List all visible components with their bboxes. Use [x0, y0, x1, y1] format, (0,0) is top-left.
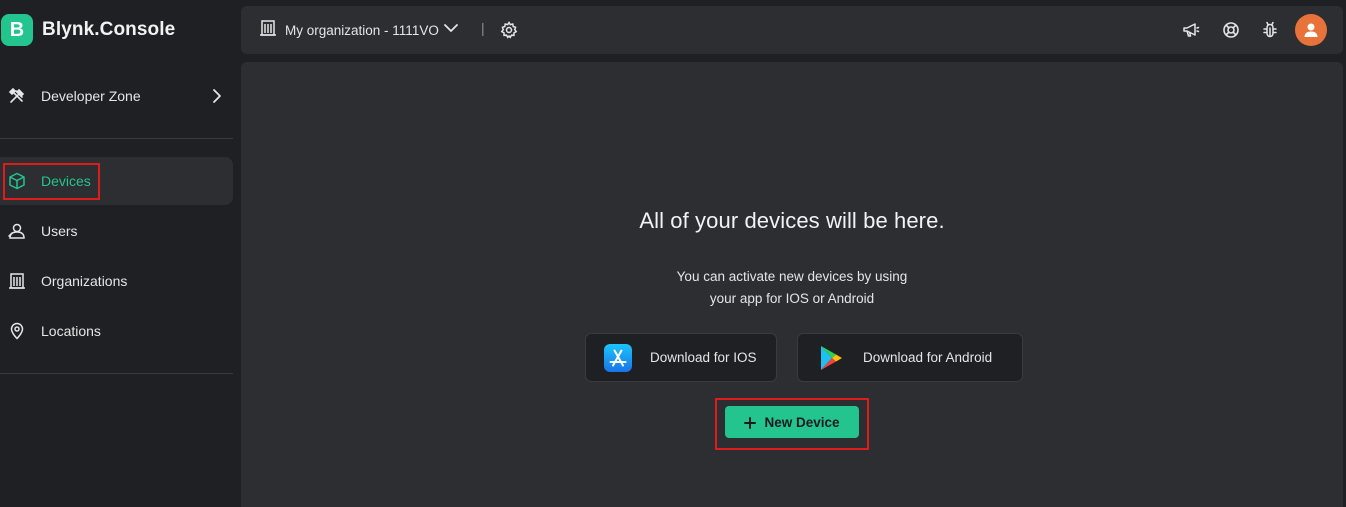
google-play-icon	[816, 344, 844, 372]
cube-icon	[8, 172, 26, 190]
download-ios-label: Download for IOS	[650, 350, 757, 365]
building-icon	[259, 19, 277, 42]
app: B Blynk.Console Developer Zone Devices U…	[0, 0, 1346, 507]
sidebar-item-organizations[interactable]: Organizations	[0, 257, 233, 305]
plus-icon	[744, 416, 757, 429]
help-icon[interactable]	[1222, 21, 1240, 39]
sidebar-item-users[interactable]: Users	[0, 207, 233, 255]
download-android-button[interactable]: Download for Android	[797, 333, 1023, 382]
app-store-icon	[604, 344, 632, 372]
gear-icon[interactable]	[500, 21, 518, 39]
sidebar-item-developer-zone[interactable]: Developer Zone	[0, 72, 233, 120]
sidebar-item-label: Organizations	[41, 273, 128, 289]
org-name: My organization - 1111VO	[285, 22, 439, 38]
empty-state-title: All of your devices will be here.	[639, 208, 945, 233]
sidebar-item-label: Devices	[41, 173, 91, 189]
sidebar: B Blynk.Console Developer Zone Devices U…	[0, 0, 240, 507]
building-icon	[8, 272, 26, 290]
download-ios-button[interactable]: Download for IOS	[585, 333, 777, 382]
main-panel: All of your devices will be here. You ca…	[241, 62, 1343, 507]
sidebar-divider	[0, 138, 233, 139]
pin-icon	[8, 322, 26, 340]
bug-icon[interactable]	[1261, 21, 1279, 39]
download-android-label: Download for Android	[863, 350, 993, 365]
brand-name: Blynk.Console	[42, 19, 176, 40]
description-line: You can activate new devices by using	[676, 269, 908, 284]
sidebar-divider	[0, 373, 233, 374]
new-device-button[interactable]: New Device	[725, 406, 859, 438]
empty-state-description: You can activate new devices by using yo…	[241, 266, 1343, 310]
chevron-down-icon	[443, 21, 459, 39]
org-switcher[interactable]: My organization - 1111VO	[259, 19, 459, 42]
separator: |	[481, 20, 485, 36]
brand[interactable]: B Blynk.Console	[0, 14, 175, 46]
users-icon	[8, 222, 26, 240]
sidebar-item-devices[interactable]: Devices	[0, 157, 233, 205]
topbar: My organization - 1111VO |	[241, 6, 1343, 54]
new-device-label: New Device	[764, 414, 840, 430]
sidebar-item-label: Locations	[41, 323, 101, 339]
tools-icon	[8, 87, 26, 105]
avatar[interactable]	[1295, 14, 1327, 46]
megaphone-icon[interactable]	[1182, 21, 1200, 39]
sidebar-item-label: Developer Zone	[41, 88, 141, 104]
brand-logo: B	[1, 14, 33, 46]
sidebar-item-locations[interactable]: Locations	[0, 307, 233, 355]
description-line: your app for IOS or Android	[709, 291, 875, 306]
sidebar-item-label: Users	[41, 223, 78, 239]
chevron-right-icon	[210, 88, 224, 104]
